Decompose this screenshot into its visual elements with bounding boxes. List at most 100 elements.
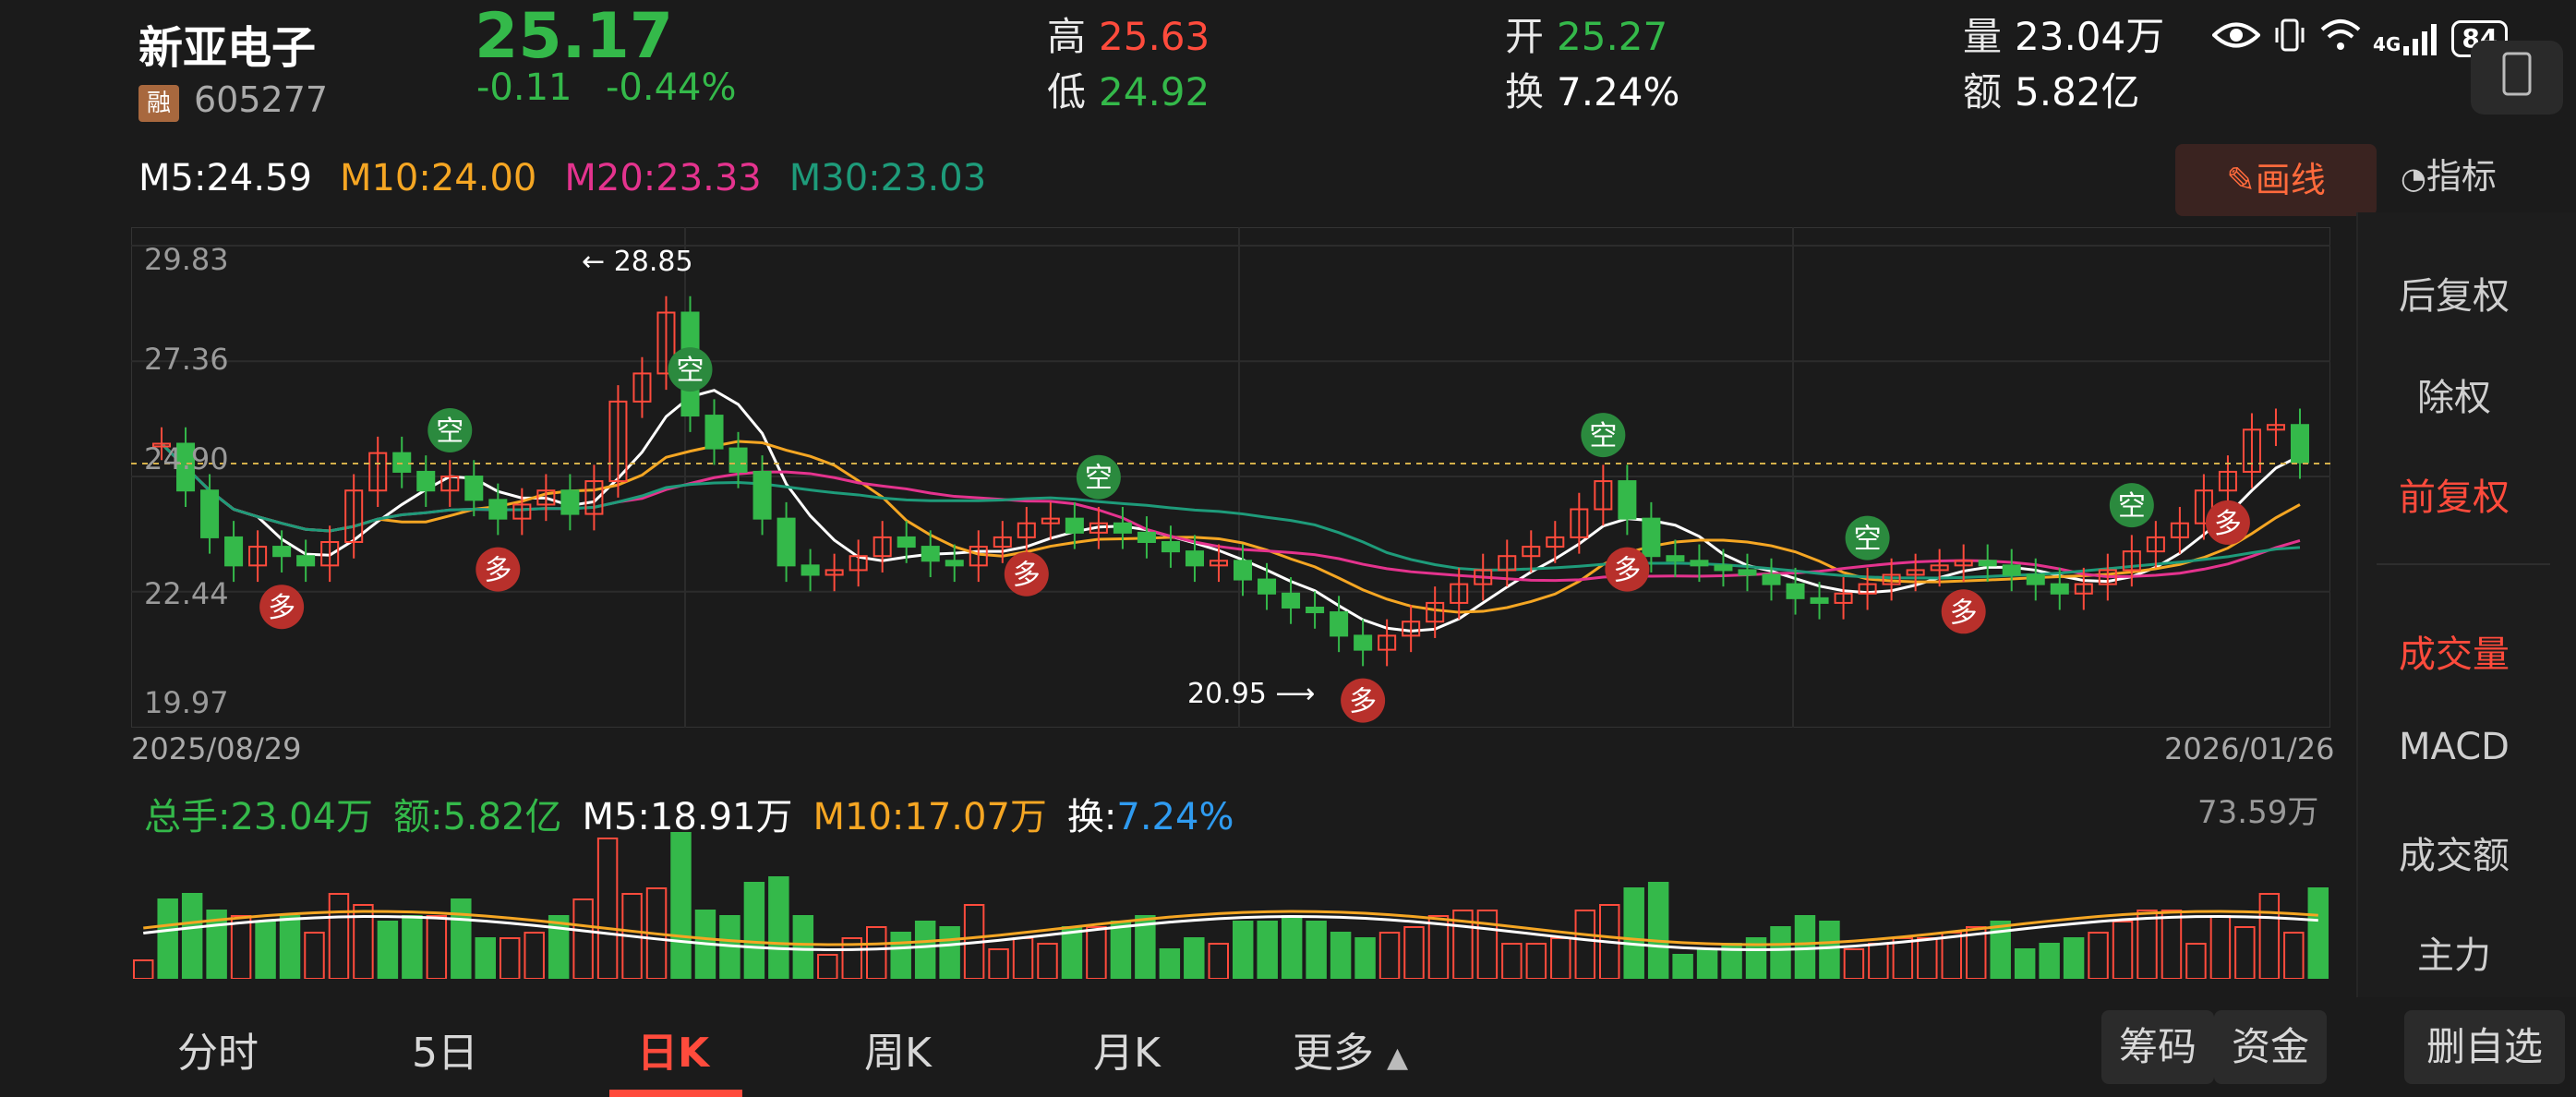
volume-bar bbox=[1525, 943, 1547, 980]
rp-divider bbox=[2377, 563, 2550, 565]
candle bbox=[1137, 531, 1156, 543]
long-signal: 多 bbox=[1004, 551, 1049, 597]
short-signal: 空 bbox=[427, 408, 473, 452]
svg-text:空: 空 bbox=[1589, 420, 1617, 452]
volume-bar bbox=[1403, 926, 1425, 980]
volume-bars bbox=[133, 832, 2329, 980]
volume-bar bbox=[230, 915, 252, 980]
volume-bar bbox=[743, 882, 765, 980]
ma-lines bbox=[160, 389, 2301, 633]
candle bbox=[1666, 555, 1685, 562]
long-signal: 多 bbox=[475, 547, 521, 592]
low-label: 低 bbox=[1047, 69, 1087, 115]
volume-bar bbox=[768, 876, 789, 980]
volume-label: 量 bbox=[1963, 14, 2003, 59]
volume-bar bbox=[1306, 921, 1327, 980]
candle bbox=[1354, 634, 1373, 651]
tab-monthly[interactable]: 月K bbox=[1093, 1019, 1161, 1079]
indicator-button[interactable]: ◔指标 bbox=[2401, 148, 2497, 199]
short-signal: 空 bbox=[2109, 483, 2154, 528]
svg-text:多: 多 bbox=[1950, 597, 1978, 629]
volume-bar bbox=[1892, 937, 1914, 980]
tab-more[interactable]: 更多 ▲ bbox=[1293, 1019, 1408, 1079]
volume-bar bbox=[1037, 943, 1058, 980]
volume-bar bbox=[1770, 926, 1791, 980]
volume-bar bbox=[279, 915, 301, 980]
candle bbox=[728, 447, 748, 473]
tab-intraday[interactable]: 分时 bbox=[177, 1019, 259, 1079]
rp-back-adjust[interactable]: 后复权 bbox=[2358, 266, 2550, 319]
short-signal: 空 bbox=[1581, 413, 1626, 458]
ma10-line bbox=[160, 440, 2301, 614]
open-label: 开 bbox=[1505, 14, 1545, 59]
vibrate-icon bbox=[2271, 17, 2308, 61]
volume-bar bbox=[1917, 937, 1938, 980]
volume-bar bbox=[1184, 937, 1205, 980]
volume-bar bbox=[2234, 926, 2256, 980]
volume-bar bbox=[304, 932, 325, 980]
volume-bar bbox=[475, 937, 496, 980]
volume-bar bbox=[1672, 954, 1693, 980]
candle bbox=[1234, 560, 1253, 581]
candle bbox=[704, 415, 724, 450]
low-annotation: 20.95 ⟶ bbox=[1187, 678, 1316, 710]
high-value: 25.63 bbox=[1099, 14, 1210, 59]
volume-bar bbox=[1819, 921, 1840, 980]
candle bbox=[1258, 578, 1277, 595]
volume-bar bbox=[572, 898, 594, 980]
turnover-rate: 换 7.24% bbox=[1505, 61, 1679, 117]
candle bbox=[800, 564, 820, 576]
volume-bar bbox=[1061, 926, 1083, 980]
rp-main-force[interactable]: 主力 bbox=[2358, 925, 2550, 979]
rp-volume[interactable]: 成交量 bbox=[2358, 624, 2550, 678]
tab-daily[interactable]: 日K bbox=[637, 1019, 709, 1079]
volume-bar bbox=[451, 898, 472, 980]
volume-bar bbox=[1868, 943, 1889, 980]
signals: 多多 多多多多多空空空空空空 bbox=[259, 347, 2250, 723]
svg-text:多: 多 bbox=[1613, 555, 1641, 587]
low-price: 低 24.92 bbox=[1047, 61, 1210, 117]
candle bbox=[1738, 569, 1757, 576]
short-signal: 空 bbox=[668, 347, 713, 392]
volume-bar bbox=[2209, 915, 2232, 980]
current-price: 25.17 bbox=[475, 0, 674, 73]
long-signal: 多 bbox=[259, 585, 305, 630]
volume-bar bbox=[914, 921, 936, 980]
volume-bar bbox=[255, 921, 276, 980]
volume-bar bbox=[1623, 887, 1644, 980]
ma10-label: M10:24.00 bbox=[339, 157, 537, 199]
wifi-icon bbox=[2319, 17, 2362, 61]
candle bbox=[1786, 583, 1805, 599]
ma5-label: M5:24.59 bbox=[138, 157, 312, 199]
chips-button[interactable]: 筹码 bbox=[2101, 1010, 2214, 1084]
long-signal: 多 bbox=[1605, 547, 1650, 592]
rp-forward-adjust[interactable]: 前复权 bbox=[2358, 467, 2550, 521]
price-change: -0.11 bbox=[476, 66, 572, 109]
draw-line-button[interactable]: ✎画线 bbox=[2175, 144, 2377, 216]
remove-watchlist-button[interactable]: 删自选 bbox=[2404, 1010, 2565, 1084]
rp-macd[interactable]: MACD bbox=[2358, 726, 2550, 768]
tab-weekly[interactable]: 周K bbox=[864, 1019, 932, 1079]
rp-ex-rights[interactable]: 除权 bbox=[2358, 368, 2550, 421]
stock-name: 新亚电子 bbox=[138, 22, 317, 74]
funds-button[interactable]: 资金 bbox=[2214, 1010, 2327, 1084]
volume-bar bbox=[133, 959, 154, 980]
rp-amount[interactable]: 成交额 bbox=[2358, 826, 2550, 879]
volume-bar bbox=[2137, 910, 2158, 980]
volume-bar bbox=[524, 932, 545, 980]
low-annotation-value: 20.95 bbox=[1187, 678, 1267, 710]
kline-chart[interactable]: 多多多多多多多空空空空空空 bbox=[130, 226, 2331, 729]
volume-bar bbox=[1281, 915, 1303, 980]
candle bbox=[1306, 606, 1325, 614]
candle bbox=[488, 499, 508, 520]
volume-bar bbox=[1941, 932, 1962, 980]
low-value: 24.92 bbox=[1099, 69, 1210, 115]
status-bar: 4G 84 bbox=[2211, 13, 2509, 65]
volume-bar bbox=[2039, 943, 2060, 980]
volume-bar bbox=[328, 893, 350, 980]
volume-chart[interactable] bbox=[131, 783, 2330, 980]
volume-bar bbox=[2283, 932, 2305, 980]
tab-5day[interactable]: 5日 bbox=[412, 1019, 478, 1079]
volume-bar bbox=[1843, 948, 1865, 980]
floating-window-icon[interactable] bbox=[2471, 41, 2563, 115]
